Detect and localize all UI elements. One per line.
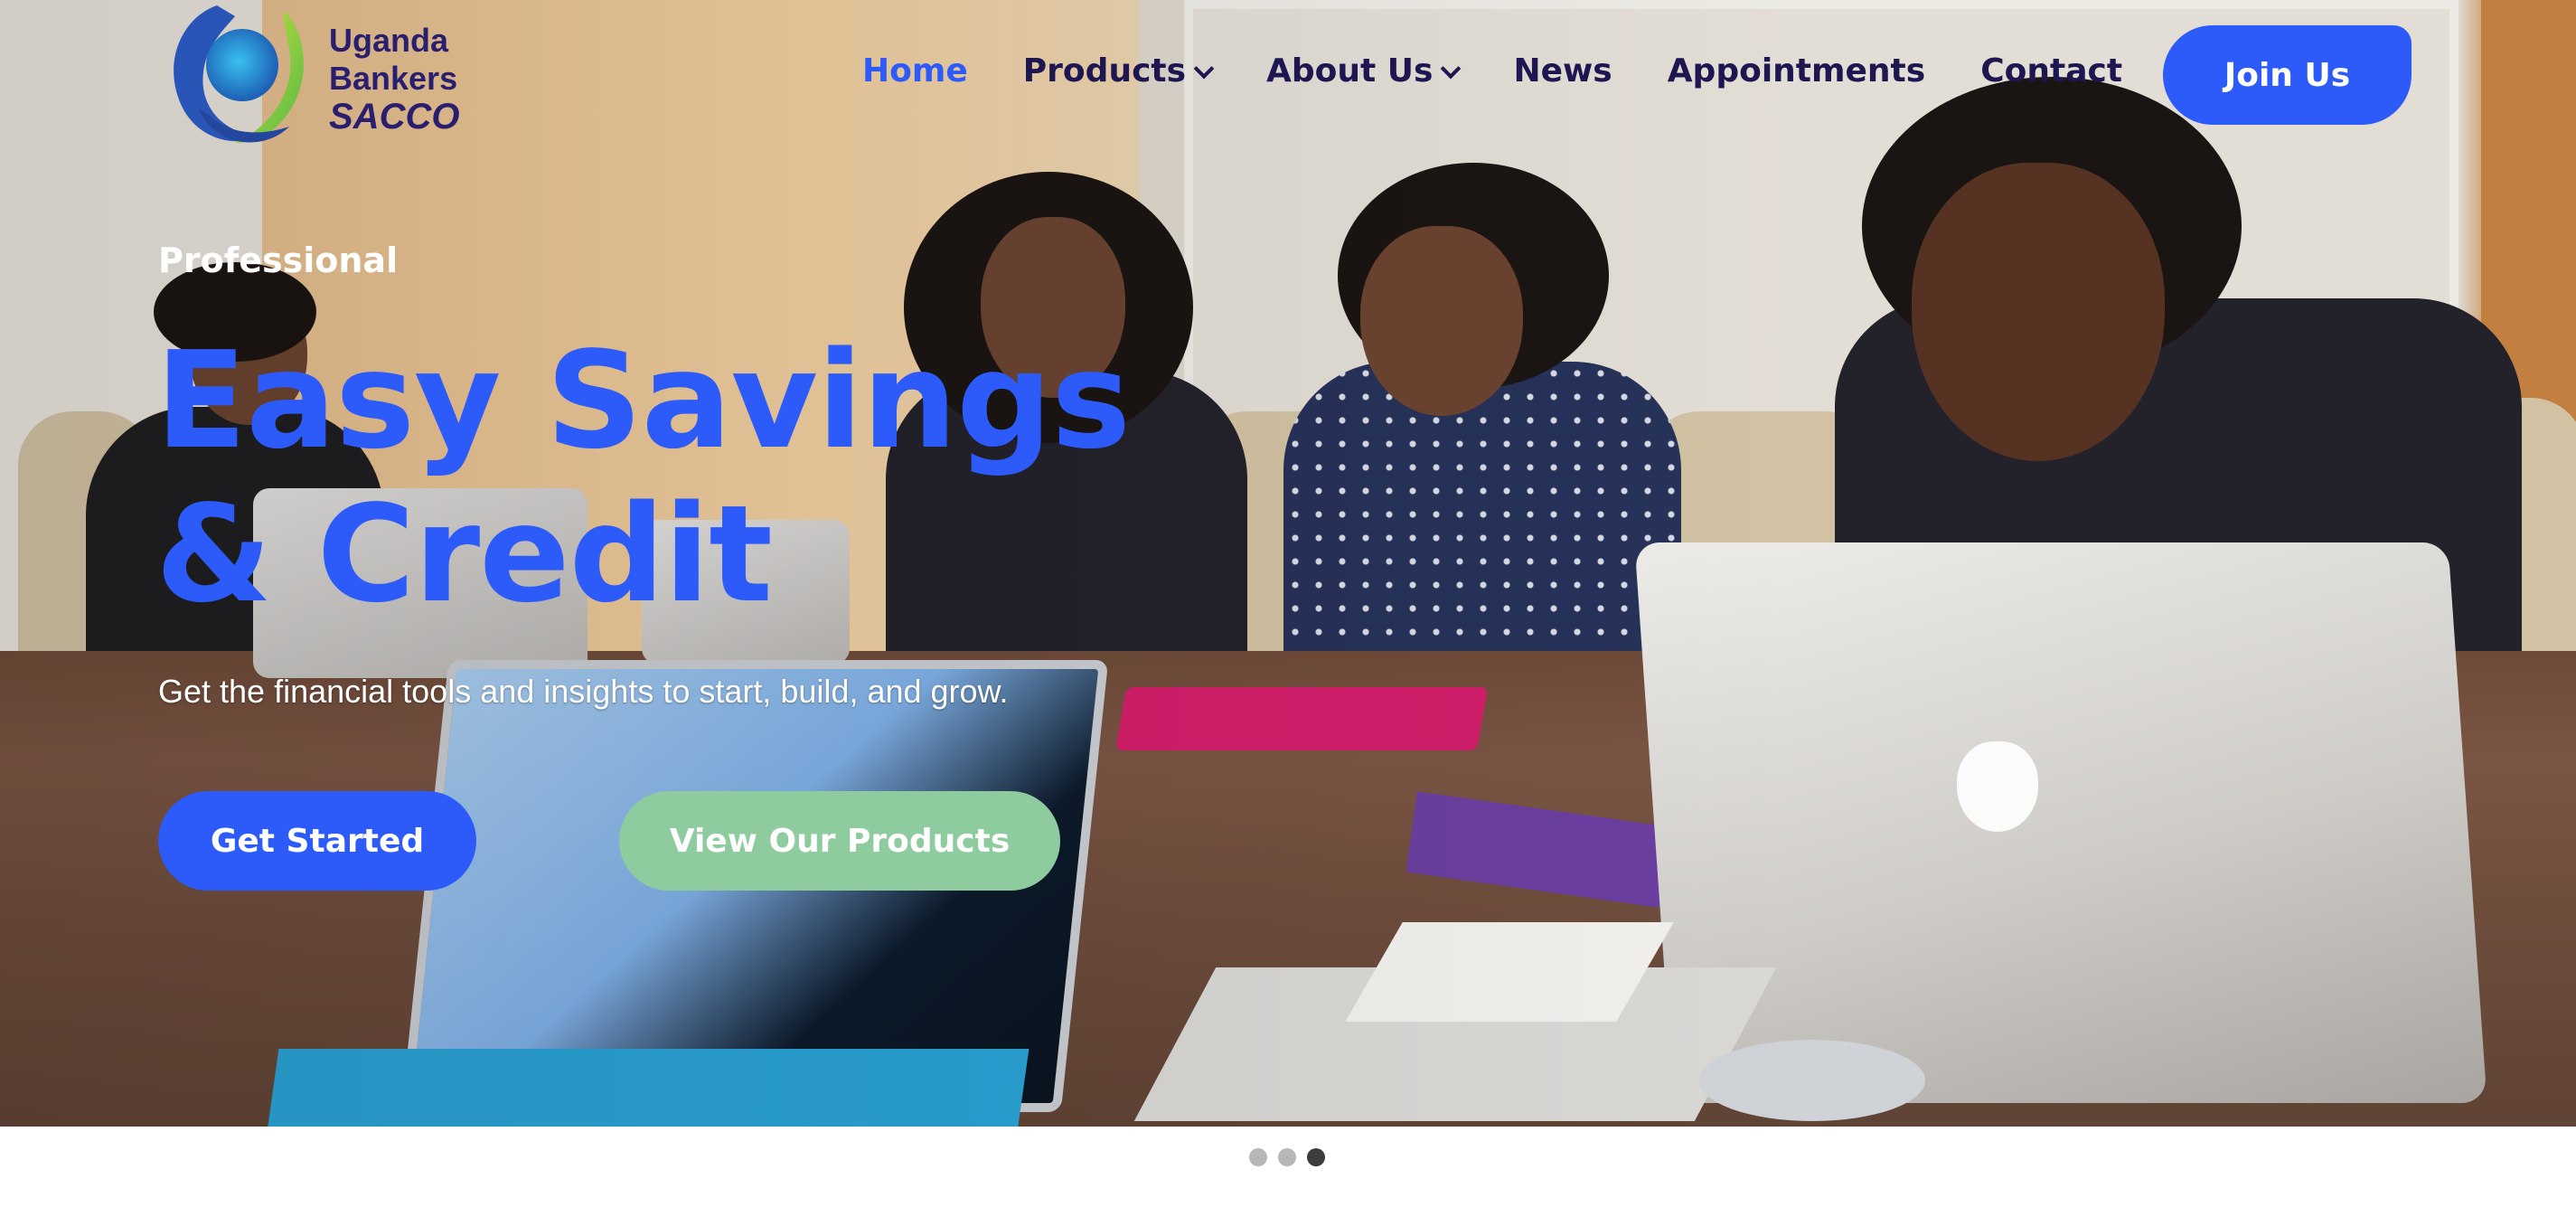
carousel-dot[interactable]	[1278, 1148, 1296, 1166]
nav-news-label: News	[1513, 52, 1612, 90]
join-us-button[interactable]: Join Us	[2163, 25, 2411, 125]
nav-home-label: Home	[862, 52, 968, 90]
hero-subline: Get the financial tools and insights to …	[158, 673, 1009, 710]
nav-contact-label: Contact	[1980, 52, 2123, 90]
nav-home[interactable]: Home	[862, 52, 968, 90]
brand-logo[interactable]: Uganda Bankers SACCO	[163, 0, 459, 150]
view-products-button[interactable]: View Our Products	[619, 791, 1060, 891]
main-nav: Home Products About Us News Appointments…	[862, 52, 2122, 90]
chevron-down-icon	[1193, 58, 1215, 79]
carousel-dot-active[interactable]	[1307, 1148, 1325, 1166]
hero-headline-line2: & Credit	[155, 476, 773, 632]
nav-about-us-label: About Us	[1266, 52, 1434, 90]
sacco-logo-icon	[163, 0, 316, 150]
hero-headline-line1: Easy Savings	[155, 323, 1131, 478]
carousel-dots	[1249, 1148, 1325, 1166]
brand-name-line1: Uganda	[329, 22, 449, 59]
nav-products-label: Products	[1022, 52, 1187, 90]
carousel-dot[interactable]	[1249, 1148, 1267, 1166]
nav-about-us[interactable]: About Us	[1266, 52, 1462, 90]
nav-products[interactable]: Products	[1022, 52, 1215, 90]
hero-eyebrow: Professional	[158, 240, 399, 280]
brand-name-line3: SACCO	[329, 97, 460, 137]
nav-appointments-label: Appointments	[1667, 52, 1926, 90]
nav-appointments[interactable]: Appointments	[1668, 52, 1926, 90]
chevron-down-icon	[1441, 58, 1462, 79]
brand-name-line2: Bankers	[329, 60, 458, 97]
nav-news[interactable]: News	[1513, 52, 1612, 90]
get-started-button[interactable]: Get Started	[158, 791, 476, 891]
nav-contact[interactable]: Contact	[1980, 52, 2122, 90]
hero-headline: Easy Savings & Credit	[155, 324, 1330, 631]
